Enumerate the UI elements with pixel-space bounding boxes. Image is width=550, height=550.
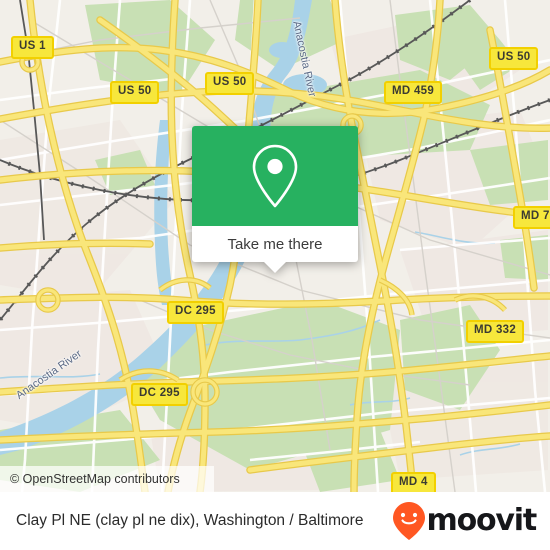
road-shield: US 50	[489, 47, 539, 70]
road-shield: DC 295	[131, 383, 188, 406]
moovit-smiley-pin-icon	[392, 502, 425, 540]
popup-pointer-tail	[264, 262, 286, 273]
moovit-map-screenshot: US 1 US 50 US 50 US 50 MD 459 MD 70 DC 295 DC 2…	[0, 0, 550, 550]
road-shield: MD 459	[384, 81, 443, 104]
attribution-text[interactable]: © OpenStreetMap contributors	[10, 472, 180, 486]
map-attribution: © OpenStreetMap contributors	[0, 466, 214, 492]
road-shield: MD 332	[466, 320, 525, 343]
road-shield: US 50	[205, 72, 255, 95]
popup-header	[192, 126, 358, 226]
moovit-wordmark: moovit	[426, 503, 538, 538]
road-shield: MD 4	[391, 472, 436, 492]
road-shield: MD 70	[513, 206, 550, 229]
moovit-brand[interactable]: moovit	[392, 501, 538, 541]
road-shield: US 1	[11, 36, 54, 59]
destination-popup-card[interactable]: Take me there	[192, 126, 358, 273]
road-shield: DC 295	[167, 301, 224, 324]
popup-footer[interactable]: Take me there	[192, 226, 358, 273]
map-pin-icon	[252, 144, 298, 208]
place-title: Clay Pl NE (clay pl ne dix), Washington …	[16, 512, 364, 529]
road-shield: US 50	[110, 81, 160, 104]
bottom-bar: Clay Pl NE (clay pl ne dix), Washington …	[0, 492, 550, 550]
take-me-there-button[interactable]: Take me there	[227, 236, 322, 253]
map-canvas[interactable]: US 1 US 50 US 50 US 50 MD 459 MD 70 DC 295 DC 2…	[0, 0, 550, 492]
